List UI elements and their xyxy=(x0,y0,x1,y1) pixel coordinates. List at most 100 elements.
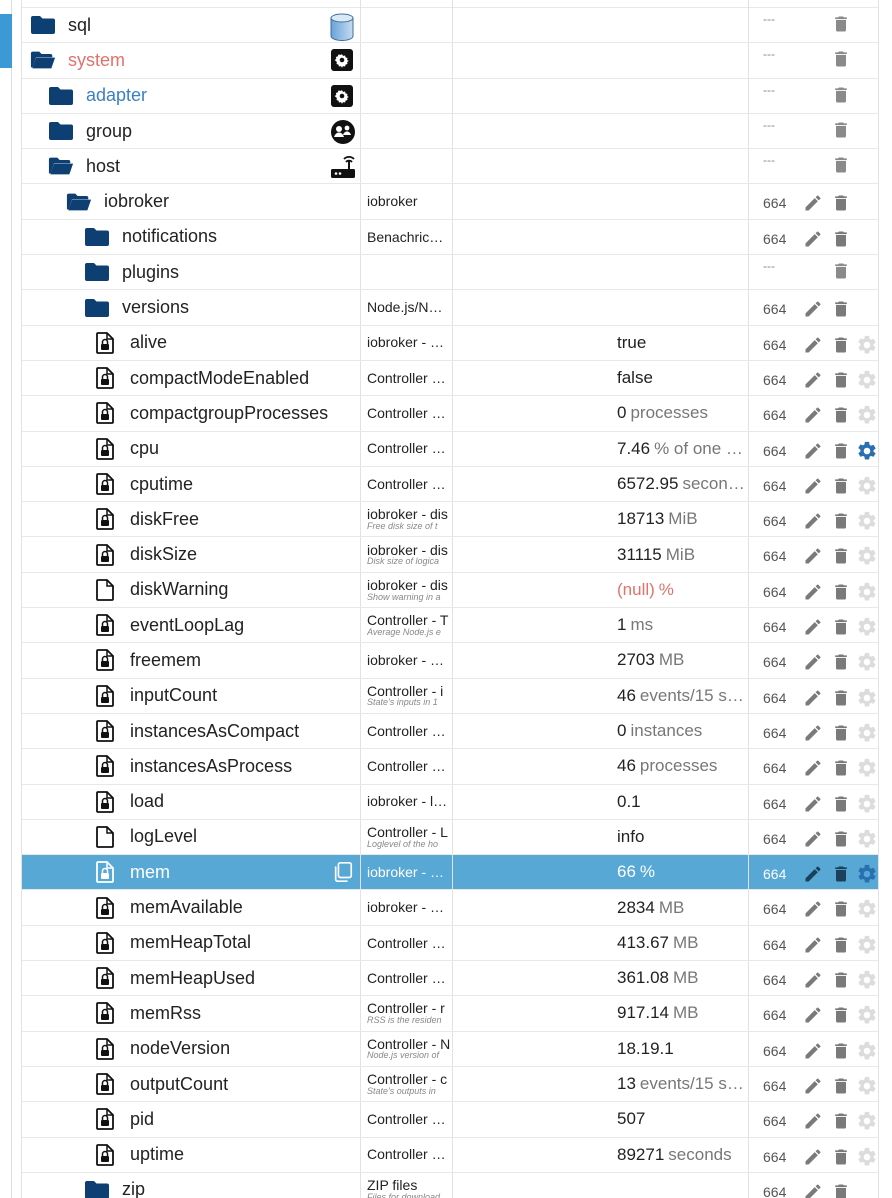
delete-icon[interactable] xyxy=(830,581,852,603)
name-cell[interactable]: compactModeEnabled xyxy=(22,361,360,395)
tree-row-memRss[interactable]: memRss Controller - r RSS is the residen 91… xyxy=(22,996,878,1032)
edit-icon[interactable] xyxy=(802,828,824,850)
value-cell[interactable]: 66% xyxy=(452,855,748,890)
tree-row-zip[interactable]: zip ZIP files Files for download 664 xyxy=(22,1172,878,1198)
value-cell[interactable]: 0 processes xyxy=(452,396,748,431)
name-cell[interactable]: cputime xyxy=(22,467,360,501)
state-settings-gear-icon[interactable] xyxy=(856,1075,878,1097)
tree-row-versions[interactable]: versions Node.js/N… 664 xyxy=(22,290,878,326)
delete-icon[interactable] xyxy=(830,1040,852,1062)
delete-icon[interactable] xyxy=(830,119,852,141)
tree-row-diskFree[interactable]: diskFree iobroker - dis Free disk size of … xyxy=(22,502,878,538)
value-cell[interactable]: 6572.95 secon… xyxy=(452,466,748,502)
delete-icon[interactable] xyxy=(830,651,852,673)
name-cell[interactable]: versions xyxy=(22,290,360,324)
state-settings-gear-icon[interactable] xyxy=(856,404,878,426)
delete-icon[interactable] xyxy=(830,369,852,391)
folder-icon[interactable] xyxy=(84,226,110,248)
delete-icon[interactable] xyxy=(830,687,852,709)
delete-icon[interactable] xyxy=(830,260,852,282)
edit-icon[interactable] xyxy=(802,334,824,356)
value-cell[interactable]: 46 events/15 s… xyxy=(452,678,748,713)
value-cell[interactable]: 361.08 MB xyxy=(452,961,748,996)
edit-icon[interactable] xyxy=(802,404,824,426)
folder-icon[interactable] xyxy=(48,120,74,142)
name-cell[interactable]: memHeapTotal xyxy=(22,926,360,960)
state-settings-gear-icon[interactable] xyxy=(856,581,878,603)
tree-row-memHeapTotal[interactable]: memHeapTotal Controller … 413.67 MB 664 xyxy=(22,925,878,962)
value-cell[interactable] xyxy=(452,78,748,113)
delete-icon[interactable] xyxy=(830,475,852,497)
delete-icon[interactable] xyxy=(830,334,852,356)
delete-icon[interactable] xyxy=(830,228,852,250)
name-cell[interactable]: cpu xyxy=(22,432,360,466)
delete-icon[interactable] xyxy=(830,192,852,214)
name-cell[interactable]: adapter xyxy=(22,79,360,113)
edit-icon[interactable] xyxy=(802,369,824,391)
edit-icon[interactable] xyxy=(802,1181,824,1198)
tree-row-logLevel[interactable]: logLevel Controller - L Loglevel of the ho… xyxy=(22,819,878,856)
folder-icon[interactable] xyxy=(84,1179,110,1198)
edit-icon[interactable] xyxy=(802,793,824,815)
name-cell[interactable]: group xyxy=(22,114,360,148)
value-cell[interactable] xyxy=(452,184,748,219)
delete-icon[interactable] xyxy=(830,545,852,567)
tree-row-load[interactable]: load iobroker - l… 0.1 664 xyxy=(22,784,878,820)
tree-row-notifications[interactable]: notifications Benachric… 664 xyxy=(22,219,878,256)
edit-icon[interactable] xyxy=(802,228,824,250)
delete-icon[interactable] xyxy=(830,404,852,426)
state-settings-gear-icon[interactable] xyxy=(856,1004,878,1026)
name-cell[interactable]: load xyxy=(22,785,360,819)
delete-icon[interactable] xyxy=(830,1075,852,1097)
tree-row-memAvailable[interactable]: memAvailable iobroker - … 2834 MB 664 xyxy=(22,890,878,926)
delete-icon[interactable] xyxy=(830,616,852,638)
name-cell[interactable]: uptime xyxy=(22,1138,360,1172)
value-cell[interactable]: 18.19.1 xyxy=(452,1031,748,1066)
tree-row-alive[interactable]: alive iobroker - … true 664 xyxy=(22,325,878,361)
folder-icon[interactable] xyxy=(84,297,110,319)
edit-icon[interactable] xyxy=(802,863,824,885)
name-cell[interactable]: system xyxy=(22,43,360,77)
tree-row-compactModeEnabled[interactable]: compactModeEnabled Controller … false 664 xyxy=(22,360,878,397)
state-settings-gear-icon[interactable] xyxy=(856,440,878,462)
delete-icon[interactable] xyxy=(830,84,852,106)
state-settings-gear-icon[interactable] xyxy=(856,1146,878,1168)
value-cell[interactable] xyxy=(452,43,748,78)
value-cell[interactable]: 7.46% of one … xyxy=(452,431,748,466)
delete-icon[interactable] xyxy=(830,793,852,815)
name-cell[interactable]: iobroker xyxy=(22,184,360,218)
copy-icon[interactable] xyxy=(332,861,356,885)
edit-icon[interactable] xyxy=(802,757,824,779)
value-cell[interactable]: 13 events/15 s… xyxy=(452,1066,748,1102)
name-cell[interactable]: nodeVersion xyxy=(22,1032,360,1066)
value-cell[interactable]: 89271 seconds xyxy=(452,1137,748,1172)
tree-row-plugins[interactable]: plugins --- xyxy=(22,255,878,291)
name-cell[interactable]: compactgroupProcesses xyxy=(22,396,360,430)
edit-icon[interactable] xyxy=(802,687,824,709)
edit-icon[interactable] xyxy=(802,1146,824,1168)
delete-icon[interactable] xyxy=(830,440,852,462)
value-cell[interactable] xyxy=(452,219,748,255)
delete-icon[interactable] xyxy=(830,13,852,35)
state-settings-gear-icon[interactable] xyxy=(856,475,878,497)
value-cell[interactable]: (null)% xyxy=(452,572,748,608)
tree-row-memHeapUsed[interactable]: memHeapUsed Controller … 361.08 MB 664 xyxy=(22,961,878,997)
delete-icon[interactable] xyxy=(830,898,852,920)
tree-row-instancesAsProcess[interactable]: instancesAsProcess Controller … 46 processe… xyxy=(22,749,878,785)
value-cell[interactable]: 413.67 MB xyxy=(452,925,748,961)
delete-icon[interactable] xyxy=(830,510,852,532)
delete-icon[interactable] xyxy=(830,1004,852,1026)
name-cell[interactable]: outputCount xyxy=(22,1067,360,1101)
folder-icon[interactable] xyxy=(84,261,110,283)
value-cell[interactable]: 0.1 xyxy=(452,784,748,819)
name-cell[interactable]: logLevel xyxy=(22,820,360,854)
edit-icon[interactable] xyxy=(802,581,824,603)
name-cell[interactable]: eventLoopLag xyxy=(22,608,360,642)
tree-row-pid[interactable]: pid Controller … 507 664 xyxy=(22,1102,878,1138)
state-settings-gear-icon[interactable] xyxy=(856,969,878,991)
value-cell[interactable]: 2703 MB xyxy=(452,643,748,678)
tree-row-group[interactable]: group --- xyxy=(22,113,878,150)
name-cell[interactable]: zip xyxy=(22,1173,360,1198)
sidebar-accent[interactable] xyxy=(0,14,12,68)
edit-icon[interactable] xyxy=(802,934,824,956)
